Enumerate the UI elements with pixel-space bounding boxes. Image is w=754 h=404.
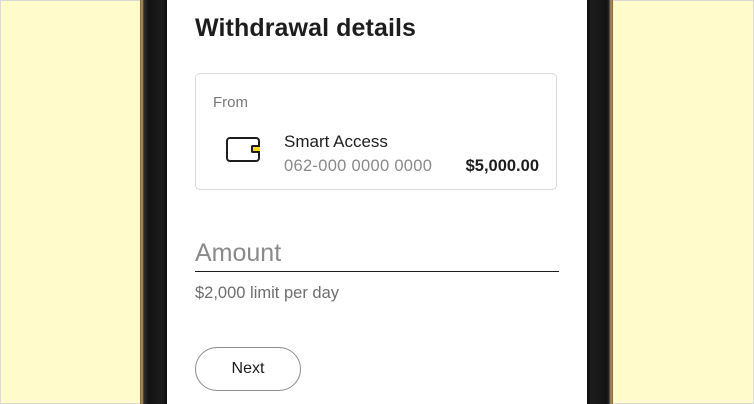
page-title: Withdrawal details [195,14,417,42]
phone-screen: Withdrawal details From Smart Access 062… [167,0,587,404]
account-balance: $5,000.00 [465,157,539,175]
wallet-card-icon [226,137,260,162]
account-name: Smart Access [284,132,388,151]
card-chip [251,145,260,153]
phone-bezel-right [587,0,613,404]
account-number: 062-000 0000 0000 [284,157,433,175]
phone-bezel-left [140,0,167,404]
amount-limit-hint: $2,000 limit per day [195,284,339,302]
from-account-card[interactable]: From Smart Access 062-000 0000 0000 $5,0… [195,73,557,190]
next-button[interactable]: Next [195,347,301,391]
from-label: From [213,94,248,111]
amount-input[interactable] [195,236,559,272]
